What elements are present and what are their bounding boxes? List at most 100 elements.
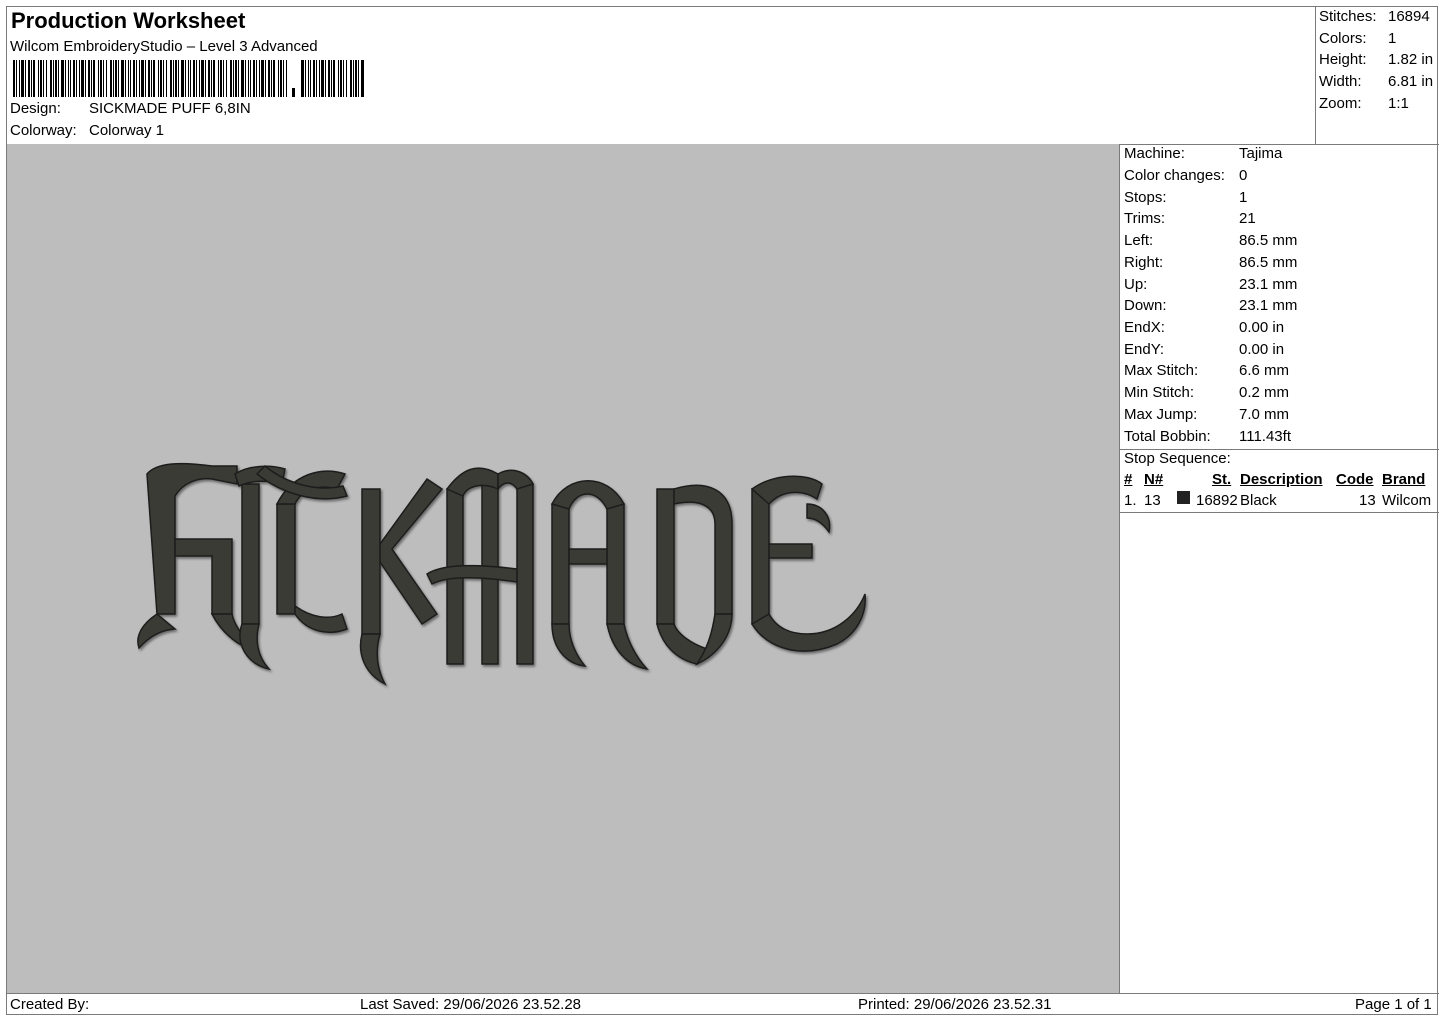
barcode-bar: [361, 60, 364, 97]
barcode-bar: [163, 60, 164, 97]
machine-value: Tajima: [1239, 145, 1283, 162]
height-row: Height: 1.82 in: [1319, 51, 1433, 68]
barcode-bar: [358, 60, 359, 97]
barcode-bar: [28, 60, 30, 97]
printed-date: Printed: 29/06/2026 23.52.31: [858, 996, 1052, 1013]
barcode-bar: [292, 88, 295, 97]
barcode-bar: [100, 60, 102, 97]
barcode-bar: [233, 60, 234, 97]
barcode-bar: [340, 60, 342, 97]
left-row: Left: 86.5 mm: [1124, 232, 1297, 249]
max-jump-row: Max Jump: 7.0 mm: [1124, 406, 1289, 423]
stop-row-stitches: 16892: [1196, 492, 1238, 509]
barcode-bar: [256, 60, 257, 97]
barcode-bar: [148, 60, 150, 97]
barcode-bar: [141, 60, 144, 97]
col-header-code: Code: [1336, 471, 1374, 488]
barcode-bar: [268, 60, 270, 97]
barcode: [13, 60, 364, 97]
barcode-bar: [343, 60, 344, 97]
letter-a-graphic: [550, 480, 649, 671]
stitches-value: 16894: [1388, 8, 1430, 25]
down-value: 23.1 mm: [1239, 297, 1298, 314]
barcode-bar: [133, 60, 135, 97]
barcode-bar: [13, 60, 15, 97]
barcode-bar: [125, 60, 126, 97]
stop-row-needle: 13: [1144, 492, 1161, 509]
barcode-bar: [271, 60, 272, 97]
software-name: Wilcom EmbroideryStudio – Level 3 Advanc…: [10, 38, 318, 55]
machine-label: Machine:: [1124, 145, 1185, 162]
endx-value: 0.00 in: [1239, 319, 1285, 336]
barcode-bar: [310, 60, 311, 97]
barcode-bar: [226, 60, 227, 97]
barcode-bar: [115, 60, 117, 97]
total-bobbin-label: Total Bobbin:: [1124, 428, 1211, 445]
barcode-bar: [196, 60, 197, 97]
barcode-bar: [110, 60, 112, 97]
embroidery-design-graphic: [137, 462, 866, 686]
right-row: Right: 86.5 mm: [1124, 254, 1297, 271]
min-stitch-row: Min Stitch: 0.2 mm: [1124, 384, 1289, 401]
barcode-bar: [280, 60, 282, 97]
width-label: Width:: [1319, 73, 1362, 90]
barcode-bar: [316, 60, 317, 97]
stop-row-brand: Wilcom: [1382, 492, 1432, 509]
max-stitch-value: 6.6 mm: [1239, 362, 1290, 379]
barcode-bar: [121, 60, 124, 97]
design-row: Design: SICKMADE PUFF 6,8IN: [10, 100, 251, 117]
barcode-bar: [265, 60, 266, 97]
barcode-bar: [118, 60, 119, 97]
col-header-num: #: [1124, 471, 1133, 488]
endy-value: 0.00 in: [1239, 341, 1285, 358]
barcode-bar: [193, 60, 195, 97]
col-header-description: Description: [1240, 471, 1323, 488]
width-row: Width: 6.81 in: [1319, 73, 1433, 90]
barcode-bar: [79, 60, 80, 97]
summary-box: Stitches: 16894 Colors: 1 Height: 1.82 in W…: [1315, 7, 1439, 145]
max-stitch-label: Max Stitch:: [1124, 362, 1199, 379]
stop-sequence-title: Stop Sequence:: [1124, 450, 1231, 467]
stitches-row: Stitches: 16894: [1319, 8, 1430, 25]
barcode-bar: [205, 60, 206, 97]
barcode-bar: [333, 60, 335, 97]
zoom-value: 1:1: [1388, 95, 1409, 112]
height-value: 1.82 in: [1388, 51, 1434, 68]
stop-row-code: 13: [1359, 492, 1376, 509]
barcode-bar: [181, 60, 184, 97]
page-number: Page 1 of 1: [1355, 996, 1432, 1013]
barcode-bar: [190, 60, 191, 97]
created-by: Created By:: [10, 996, 90, 1013]
max-stitch-row: Max Stitch: 6.6 mm: [1124, 362, 1289, 379]
left-value: 86.5 mm: [1239, 232, 1298, 249]
down-row: Down: 23.1 mm: [1124, 297, 1297, 314]
barcode-bar: [31, 60, 32, 97]
letter-c-graphic: [255, 464, 349, 633]
barcode-bar: [319, 60, 320, 97]
barcode-bar: [98, 60, 99, 97]
barcode-bar: [350, 60, 352, 97]
up-row: Up: 23.1 mm: [1124, 276, 1297, 293]
height-label: Height:: [1319, 51, 1367, 68]
barcode-bar: [25, 60, 26, 97]
barcode-bar: [93, 60, 95, 97]
barcode-bar: [81, 60, 84, 97]
barcode-bar: [248, 60, 249, 97]
barcode-bar: [103, 60, 104, 97]
stitches-label: Stitches:: [1319, 8, 1377, 25]
barcode-bar: [76, 60, 77, 97]
barcode-bar: [73, 60, 75, 97]
barcode-bar: [153, 60, 155, 97]
barcode-bar: [136, 60, 137, 97]
min-stitch-label: Min Stitch:: [1124, 384, 1195, 401]
barcode-bar: [19, 60, 20, 97]
barcode-bar: [173, 60, 174, 97]
barcode-bar: [305, 60, 306, 97]
barcode-bar: [308, 60, 309, 97]
col-header-stitches: St.: [1212, 471, 1232, 488]
production-worksheet: Production Worksheet Wilcom EmbroiderySt…: [6, 6, 1439, 1015]
colors-row: Colors: 1: [1319, 30, 1396, 47]
design-value: SICKMADE PUFF 6,8IN: [89, 100, 251, 117]
barcode-bar: [325, 60, 326, 97]
color-changes-label: Color changes:: [1124, 167, 1225, 184]
